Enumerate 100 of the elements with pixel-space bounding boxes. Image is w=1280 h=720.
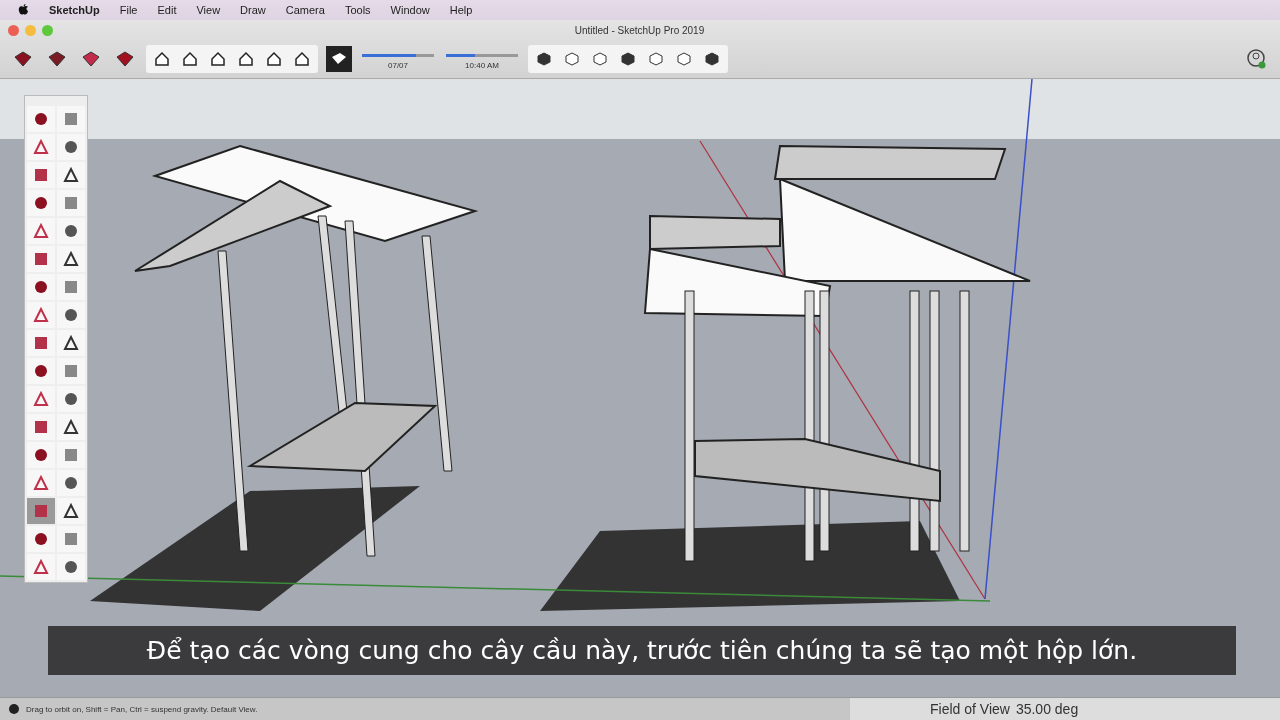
tool-button[interactable] — [27, 106, 55, 132]
tool-icon — [63, 307, 79, 323]
tool-button[interactable] — [27, 554, 55, 580]
tool-button[interactable] — [57, 302, 85, 328]
tool-button[interactable] — [27, 442, 55, 468]
tool-icon — [33, 251, 49, 267]
window-title: Untitled - SketchUp Pro 2019 — [573, 24, 706, 36]
tool-button[interactable] — [27, 302, 55, 328]
tool-button[interactable] — [57, 554, 85, 580]
tool-button[interactable] — [27, 330, 55, 356]
tool-icon — [63, 223, 79, 239]
app-menu[interactable]: SketchUp — [49, 4, 100, 16]
cube-icon — [649, 52, 663, 66]
tool-button[interactable] — [27, 526, 55, 552]
menu-item[interactable]: File — [119, 4, 138, 16]
tool-icon — [63, 251, 79, 267]
tool-icon — [33, 167, 49, 183]
menu-item[interactable]: Edit — [157, 4, 177, 16]
tool-button[interactable] — [27, 190, 55, 216]
tool-button[interactable] — [57, 162, 85, 188]
tool-icon — [33, 503, 49, 519]
tool-icon — [63, 139, 79, 155]
cube-icon — [565, 52, 579, 66]
tool-button[interactable] — [27, 470, 55, 496]
menu-item[interactable]: Help — [449, 4, 473, 16]
tool-icon — [33, 363, 49, 379]
cube-icon — [593, 52, 607, 66]
house-icon — [182, 51, 198, 67]
slider-reading: 07/07 — [388, 61, 408, 70]
tool-icon — [33, 279, 49, 295]
tool-icon — [63, 391, 79, 407]
tool-button[interactable] — [27, 414, 55, 440]
video-subtitle: Để tạo các vòng cung cho cây cầu này, trước tiên chúng ta sẽ tạo một hộp lớn. — [48, 626, 1236, 675]
tool-button[interactable] — [27, 218, 55, 244]
tool-icon — [33, 531, 49, 547]
tool-button[interactable] — [27, 246, 55, 272]
tool-icon — [33, 447, 49, 463]
tool-button[interactable] — [57, 414, 85, 440]
measurements-field[interactable]: Field of View 35.00 deg — [850, 698, 1280, 720]
measurement-label: Field of View — [930, 701, 1010, 717]
house-icon — [238, 51, 254, 67]
tool-button[interactable] — [57, 134, 85, 160]
toolbar-button[interactable] — [326, 46, 352, 72]
tool-icon — [63, 363, 79, 379]
tool-button[interactable] — [27, 162, 55, 188]
tool-icon — [63, 335, 79, 351]
cube-icon — [705, 52, 719, 66]
menu-item[interactable]: Tools — [344, 4, 371, 16]
tool-icon — [33, 223, 49, 239]
gem-icon — [47, 50, 67, 68]
tool-button[interactable] — [27, 358, 55, 384]
tool-icon — [63, 111, 79, 127]
user-icon — [1246, 48, 1268, 70]
tool-icon — [63, 531, 79, 547]
tool-button[interactable] — [27, 274, 55, 300]
info-icon — [8, 703, 20, 715]
gem-icon — [13, 50, 33, 68]
tool-icon — [33, 475, 49, 491]
cube-icon — [537, 52, 551, 66]
tool-button[interactable] — [27, 386, 55, 412]
house-icon — [266, 51, 282, 67]
tool-icon — [33, 559, 49, 575]
tool-icon — [63, 167, 79, 183]
cube-icon — [621, 52, 635, 66]
tool-icon — [33, 391, 49, 407]
tool-icon — [63, 475, 79, 491]
tool-icon — [63, 195, 79, 211]
measurement-value: 35.00 deg — [1015, 701, 1079, 717]
tool-icon — [33, 195, 49, 211]
tool-icon — [33, 419, 49, 435]
tool-icon — [63, 279, 79, 295]
3d-viewport[interactable]: Để tạo các vòng cung cho cây cầu này, trước tiên chúng ta sẽ tạo một hộp lớn. — [0, 79, 1280, 697]
cube-icon — [677, 52, 691, 66]
tool-button[interactable] — [57, 330, 85, 356]
tool-button[interactable] — [57, 498, 85, 524]
menu-item[interactable]: Draw — [240, 4, 266, 16]
tool-button[interactable] — [57, 218, 85, 244]
shadow-icon — [330, 52, 348, 66]
tool-icon — [63, 503, 79, 519]
slider-track[interactable] — [446, 54, 518, 57]
gem-icon — [81, 50, 101, 68]
tool-icon — [33, 139, 49, 155]
house-icon — [294, 51, 310, 67]
tool-button[interactable] — [57, 470, 85, 496]
house-icon — [210, 51, 226, 67]
menu-item[interactable]: View — [196, 4, 221, 16]
menu-item[interactable]: Window — [390, 4, 430, 16]
close-button[interactable] — [8, 24, 19, 36]
apple-logo-icon[interactable] — [18, 4, 29, 16]
tool-icon — [33, 335, 49, 351]
tool-button[interactable] — [57, 386, 85, 412]
tool-icon — [63, 447, 79, 463]
tool-button[interactable] — [27, 134, 55, 160]
tool-button[interactable] — [57, 246, 85, 272]
slider-reading: 10:40 AM — [465, 61, 499, 70]
tool-icon — [63, 419, 79, 435]
slider-track[interactable] — [362, 54, 434, 57]
tool-icon — [33, 307, 49, 323]
menu-item[interactable]: Camera — [285, 4, 325, 16]
tool-icon — [33, 111, 49, 127]
